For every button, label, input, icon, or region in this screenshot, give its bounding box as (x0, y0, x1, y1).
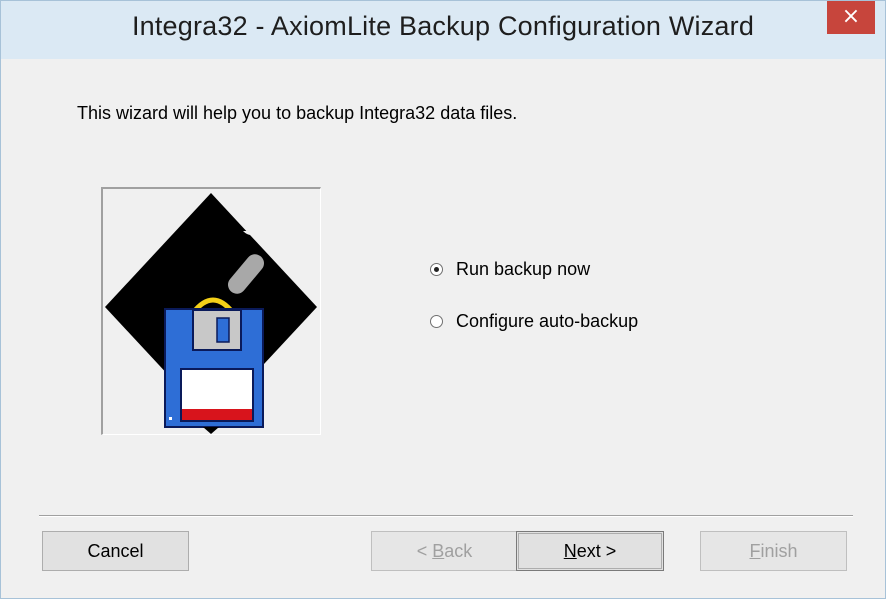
option-configure-auto-backup[interactable]: Configure auto-backup (430, 311, 638, 332)
button-label-rest: inish (760, 540, 798, 561)
back-button[interactable]: < Back (371, 531, 518, 571)
intro-text: This wizard will help you to backup Inte… (77, 103, 518, 123)
option-run-backup-now[interactable]: Run backup now (430, 259, 590, 280)
next-button[interactable]: Next > (516, 531, 664, 571)
option-label: Run backup now (456, 259, 591, 279)
button-separator (39, 515, 853, 517)
cancel-button[interactable]: Cancel (42, 531, 189, 571)
button-mnemonic: F (749, 540, 761, 561)
wizard-window: Integra32 - AxiomLite Backup Configurati… (0, 0, 886, 599)
title-bar[interactable]: Integra32 - AxiomLite Backup Configurati… (1, 1, 885, 59)
finish-button[interactable]: Finish (700, 531, 847, 571)
button-mnemonic: B (432, 540, 445, 561)
window-title: Integra32 - AxiomLite Backup Configurati… (131, 11, 755, 41)
wizard-image (101, 187, 321, 435)
close-icon: × (841, 4, 861, 29)
button-label-rest: ext > (576, 540, 617, 561)
radio-run-backup-now[interactable] (430, 263, 443, 276)
button-mnemonic: N (563, 540, 577, 561)
radio-configure-auto-backup[interactable] (430, 315, 443, 328)
button-label-prefix: < (416, 540, 433, 561)
option-label: Configure auto-backup (456, 311, 639, 331)
close-button[interactable]: × (827, 1, 875, 34)
wizard-body: This wizard will help you to backup Inte… (9, 59, 877, 590)
floppy-disk-backup-icon (105, 193, 317, 434)
button-label: Cancel (87, 540, 144, 561)
button-label-rest: ack (444, 540, 473, 561)
